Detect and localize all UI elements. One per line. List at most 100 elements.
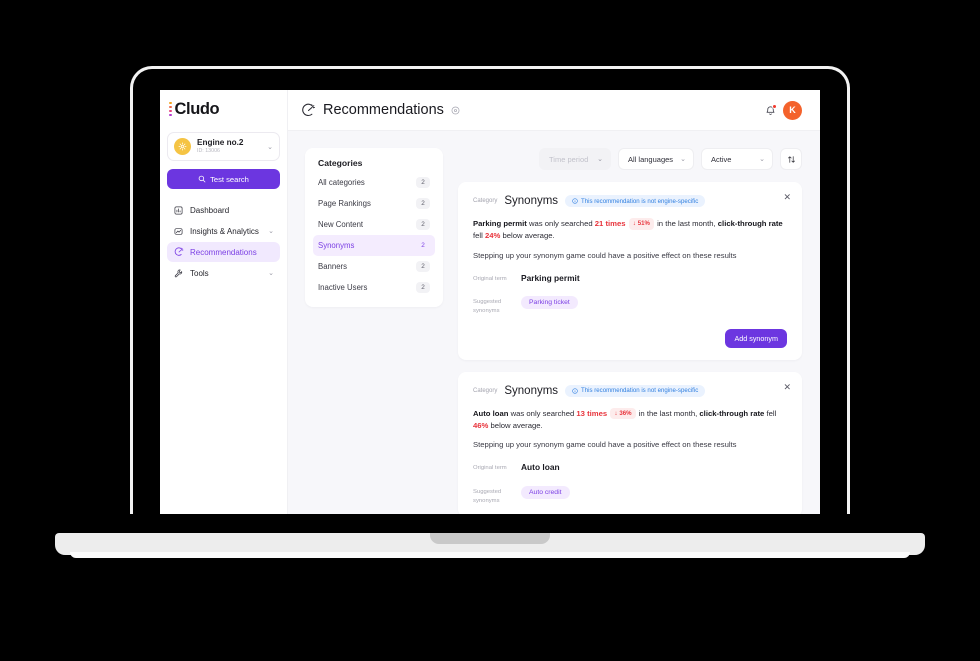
sidebar-item-recommendations[interactable]: Recommendations xyxy=(167,242,280,263)
category-label: Inactive Users xyxy=(318,283,368,292)
original-term-value: Auto loan xyxy=(521,462,560,473)
tools-icon xyxy=(173,269,184,278)
suggested-synonyms-label: Suggested synonyms xyxy=(473,299,502,314)
sort-icon xyxy=(787,155,796,164)
arrow-down-icon: ↓ xyxy=(614,409,618,417)
category-count: 2 xyxy=(416,219,430,230)
card-ctr-label: click-through rate xyxy=(699,408,765,418)
category-label: All categories xyxy=(318,178,365,187)
add-synonym-button[interactable]: Add synonym xyxy=(725,328,787,348)
content-area: Categories All categories 2 Page Ranking… xyxy=(288,131,820,514)
original-term-row: Original term Parking permit xyxy=(473,273,787,284)
card-text-mid3: fell xyxy=(764,408,777,418)
recommendations-column: Time period ⌄ All languages ⌄ Active ⌄ ✕… xyxy=(458,148,802,514)
card-body-text: Auto loan was only searched 13 times ↓ 36… xyxy=(473,407,787,432)
main-area: Recommendations K Categories All categor… xyxy=(288,90,820,514)
card-text-tail: below average. xyxy=(500,230,555,240)
close-icon[interactable]: ✕ xyxy=(783,193,791,202)
sidebar-item-insights-analytics[interactable]: Insights & Analytics ⌄ xyxy=(167,221,280,241)
card-term: Auto loan xyxy=(473,408,509,418)
category-item-all-categories[interactable]: All categories 2 xyxy=(313,172,435,193)
info-icon xyxy=(572,387,578,394)
brand-logo[interactable]: Cludo xyxy=(167,90,280,128)
card-ctr-pct: 46% xyxy=(473,420,489,430)
card-change-pct: 51% xyxy=(637,220,650,228)
sort-button[interactable] xyxy=(780,148,802,170)
card-text-mid1: was only searched xyxy=(508,408,577,418)
suggested-synonyms-label: Suggested synonyms xyxy=(473,489,502,504)
category-label: Synonyms xyxy=(318,241,355,250)
engine-name: Engine no.2 xyxy=(197,138,244,147)
cludo-dots-icon xyxy=(169,101,172,117)
synonym-tag[interactable]: Parking ticket xyxy=(521,296,578,310)
chevron-down-icon: ⌄ xyxy=(268,270,274,278)
category-item-banners[interactable]: Banners 2 xyxy=(313,256,435,277)
card-term: Parking permit xyxy=(473,219,527,228)
card-ctr-pct: 24% xyxy=(484,230,501,240)
language-value: All languages xyxy=(628,154,674,164)
badge-text: This recommendation is not engine-specif… xyxy=(581,197,699,205)
category-item-synonyms[interactable]: Synonyms 2 xyxy=(313,235,435,256)
original-term-label: Original term xyxy=(473,275,507,282)
chevron-down-icon: ⌄ xyxy=(680,156,686,163)
card-change-pct: 36% xyxy=(619,409,632,417)
engine-id: ID: 13006 xyxy=(197,148,220,155)
recommendations-icon xyxy=(173,247,184,257)
categories-panel: Categories All categories 2 Page Ranking… xyxy=(305,148,443,307)
test-search-button[interactable]: Test search xyxy=(167,169,280,190)
original-term-value: Parking permit xyxy=(521,272,580,283)
card-body-text: Parking permit was only searched 21 time… xyxy=(473,218,787,242)
insights-icon xyxy=(173,227,184,236)
sidebar-item-dashboard[interactable]: Dashboard xyxy=(167,200,280,220)
language-select[interactable]: All languages ⌄ xyxy=(618,148,694,170)
close-icon[interactable]: ✕ xyxy=(783,382,791,392)
original-term-row: Original term Auto loan xyxy=(473,462,787,473)
card-category-label: Category xyxy=(473,198,498,204)
chevron-down-icon: ⌄ xyxy=(597,156,603,163)
chevron-down-icon: ⌄ xyxy=(267,143,273,151)
card-change-chip: ↓ 51% xyxy=(628,218,654,230)
badge-text: This recommendation is not engine-specif… xyxy=(581,387,699,395)
engine-selector[interactable]: Engine no.2 ID: 13006 ⌄ xyxy=(167,132,280,162)
bell-icon[interactable] xyxy=(765,103,777,116)
filters-bar: Time period ⌄ All languages ⌄ Active ⌄ xyxy=(458,148,802,170)
category-item-new-content[interactable]: New Content 2 xyxy=(313,214,435,235)
original-term-label: Original term xyxy=(473,465,507,472)
category-item-inactive-users[interactable]: Inactive Users 2 xyxy=(313,277,435,298)
sidebar: Cludo Engine no.2 ID: 13006 ⌄ Test searc… xyxy=(160,90,288,514)
sidebar-item-tools[interactable]: Tools ⌄ xyxy=(167,263,280,283)
card-header: Category Synonyms This recommendation is… xyxy=(473,195,787,207)
card-text-tail: below average. xyxy=(488,420,543,430)
category-count: 2 xyxy=(421,242,425,249)
recommendation-cards: ✕ Category Synonyms This recommendation … xyxy=(458,182,802,514)
card-search-count: 13 times xyxy=(576,408,608,418)
recommendation-card: ✕ Category Synonyms This recommendation … xyxy=(458,371,802,514)
time-period-select[interactable]: Time period ⌄ xyxy=(539,148,611,170)
help-circle-icon[interactable] xyxy=(451,106,460,115)
card-search-count: 21 times xyxy=(594,219,626,228)
topbar: Recommendations K xyxy=(288,90,820,131)
card-actions: Add synonym xyxy=(473,328,787,348)
category-label: New Content xyxy=(318,220,364,229)
chevron-down-icon: ⌄ xyxy=(268,228,274,236)
test-search-label: Test search xyxy=(210,174,249,184)
synonym-tag[interactable]: Auto credit xyxy=(521,486,570,499)
category-count: 2 xyxy=(416,261,430,272)
sidebar-item-label: Insights & Analytics xyxy=(190,226,259,236)
engine-meta: Engine no.2 ID: 13006 xyxy=(197,138,261,155)
engine-specific-badge: This recommendation is not engine-specif… xyxy=(565,384,706,397)
page-title: Recommendations xyxy=(323,102,444,118)
category-item-page-rankings[interactable]: Page Rankings 2 xyxy=(313,193,435,214)
card-category-label: Category xyxy=(473,387,498,394)
avatar[interactable]: K xyxy=(783,100,802,120)
suggested-synonyms-row: Suggested synonyms Parking ticket xyxy=(473,296,787,315)
card-text-mid2: in the last month, xyxy=(654,219,718,228)
sidebar-nav: Dashboard Insights & Analytics ⌄ Recomme… xyxy=(167,200,280,283)
card-text-mid1: was only searched xyxy=(526,219,595,228)
status-select[interactable]: Active ⌄ xyxy=(701,148,773,170)
suggested-synonyms-row: Suggested synonyms Auto credit xyxy=(473,486,787,505)
recommendations-icon xyxy=(301,103,316,118)
chevron-down-icon: ⌄ xyxy=(759,156,765,163)
categories-title: Categories xyxy=(318,158,363,168)
screen: Cludo Engine no.2 ID: 13006 ⌄ Test searc… xyxy=(160,90,820,514)
